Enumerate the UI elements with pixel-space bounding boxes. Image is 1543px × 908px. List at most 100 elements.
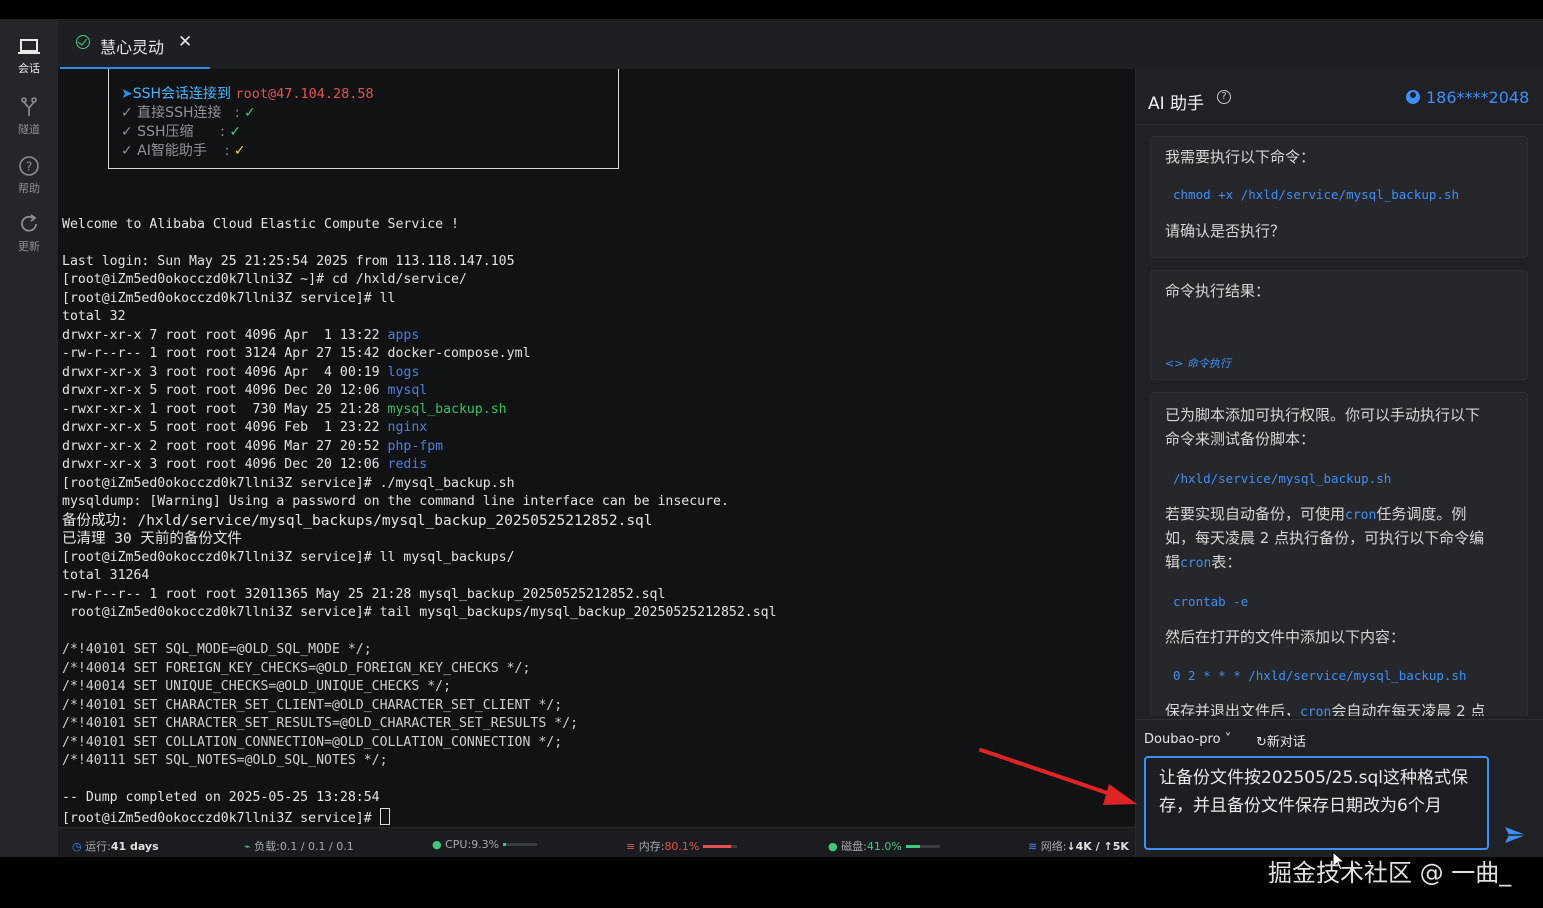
message-text: 如，每天凌晨 2 点执行备份，可执行以下命令编 <box>1165 529 1485 547</box>
clock-icon: ◷ <box>72 840 82 853</box>
watermark-text: 掘金技术社区 @ 一曲_ <box>1268 859 1512 887</box>
status-uptime: ◷ 运行:41 days <box>72 840 159 853</box>
nav-item-session[interactable]: 会话 <box>0 37 58 76</box>
close-icon[interactable]: ✕ <box>178 32 192 52</box>
terminal-line: /*!40101 SET CHARACTER_SET_RESULTS=@OLD_… <box>62 716 579 731</box>
file-row: drwxr-xr-x 5 root root 4096 Dec 20 12:06… <box>62 383 428 398</box>
terminal-line: /*!40111 SET SQL_NOTES=@OLD_SQL_NOTES */… <box>62 753 388 768</box>
terminal-line: /*!40014 SET FOREIGN_KEY_CHECKS=@OLD_FOR… <box>62 661 531 676</box>
terminal-line: -- Dump completed on 2025-05-25 13:28:54 <box>62 790 380 805</box>
nav-item-update[interactable]: 更新 <box>0 213 58 254</box>
send-icon[interactable] <box>1504 825 1528 845</box>
terminal-line: total 32 <box>62 309 126 324</box>
file-row: drwxr-xr-x 3 root root 4096 Apr 4 00:19 … <box>62 365 420 380</box>
code-block[interactable]: /hxld/service/mysql_backup.sh <box>1173 471 1391 486</box>
memory-icon: ≡ <box>626 840 636 853</box>
file-row: drwxr-xr-x 7 root root 4096 Apr 1 13:22 … <box>62 328 420 343</box>
cpu-icon: ● <box>432 838 442 851</box>
code-block[interactable]: 0 2 * * * /hxld/service/mysql_backup.sh <box>1173 668 1467 683</box>
file-row: -rwxr-xr-x 1 root root 730 May 25 21:28 … <box>62 402 507 417</box>
message-text: 请确认是否执行？ <box>1165 222 1286 240</box>
code-block[interactable]: crontab -e <box>1173 594 1248 609</box>
message-text: 已为脚本添加可执行权限。你可以手动执行以下 <box>1165 406 1481 424</box>
file-row: drwxr-xr-x 2 root root 4096 Mar 27 20:52… <box>62 439 444 454</box>
nav-label: 更新 <box>18 240 40 253</box>
message-card: 已为脚本添加可执行权限。你可以手动执行以下 命令来测试备份脚本： /hxld/s… <box>1150 392 1528 716</box>
new-chat-button[interactable]: ↻新对话 <box>1256 731 1306 750</box>
status-load: ⌁ 负载:0.1 / 0.1 / 0.1 <box>244 840 354 853</box>
left-nav: 会话 隧道 ? 帮助 更新 <box>0 19 58 857</box>
status-memory: ≡ 内存:80.1% <box>626 838 738 854</box>
terminal-line: mysqldump: [Warning] Using a password on… <box>62 494 729 509</box>
refresh-icon: ↻ <box>1256 735 1267 750</box>
terminal-line: Welcome to Alibaba Cloud Elastic Compute… <box>62 217 459 232</box>
message-text: 命令来测试备份脚本： <box>1165 430 1316 448</box>
nav-item-tunnel[interactable]: 隧道 <box>0 96 58 137</box>
message-card: 我需要执行以下命令： chmod +x /hxld/service/mysql_… <box>1150 136 1528 258</box>
message-text: 命令执行结果： <box>1165 282 1271 300</box>
terminal-line: /*!40014 SET UNIQUE_CHECKS=@OLD_UNIQUE_C… <box>62 679 452 694</box>
help-icon[interactable]: ? <box>1217 90 1231 104</box>
file-row: -rw-r--r-- 1 root root 3124 Apr 27 15:42… <box>62 346 531 361</box>
banner-line: ✓ SSH压缩 : ✓ <box>121 124 242 140</box>
terminal-line: total 31264 <box>62 568 150 583</box>
terminal-line: [root@iZm5ed0okocczd0k7llni3Z ~]# cd /hx… <box>62 272 467 287</box>
tunnel-icon <box>21 97 37 116</box>
terminal-line: /*!40101 SET COLLATION_CONNECTION=@OLD_C… <box>62 735 563 750</box>
terminal-line: [root@iZm5ed0okocczd0k7llni3Z service]# … <box>62 550 515 565</box>
terminal-line: /*!40101 SET CHARACTER_SET_CLIENT=@OLD_C… <box>62 698 563 713</box>
ai-assistant-panel: AI 助手 ? 186****2048 我需要执行以下命令： chmod +x … <box>1135 69 1543 857</box>
banner-line: ✓ AI智能助手 : ✓ <box>121 143 246 159</box>
code-block[interactable]: chmod +x /hxld/service/mysql_backup.sh <box>1173 187 1459 202</box>
status-bar: ◷ 运行:41 days ⌁ 负载:0.1 / 0.1 / 0.1 ● CPU:… <box>58 827 1135 857</box>
chat-input[interactable]: 让备份文件按202505/25.sql这种格式保存，并且备份文件保存日期改为6个… <box>1144 756 1489 850</box>
connection-banner: ➤SSH会话连接到 root@47.104.28.58 ✓ 直接SSH连接 : … <box>108 69 619 169</box>
file-row: drwxr-xr-x 3 root root 4096 Dec 20 12:06… <box>62 457 428 472</box>
message-text: 若要实现自动备份，可使用cron任务调度。例 <box>1165 505 1467 523</box>
user-icon <box>1406 90 1420 104</box>
memory-bar <box>703 845 738 848</box>
chat-messages[interactable]: 我需要执行以下命令： chmod +x /hxld/service/mysql_… <box>1136 126 1543 716</box>
load-icon: ⌁ <box>244 840 251 853</box>
wifi-icon: ≋ <box>1028 840 1038 853</box>
svg-text:?: ? <box>26 160 32 174</box>
terminal-cursor <box>379 808 390 825</box>
tab-session[interactable]: 慧心灵动 ✕ <box>60 19 210 69</box>
user-account[interactable]: 186****2048 <box>1406 88 1529 107</box>
terminal-line: /*!40101 SET SQL_MODE=@OLD_SQL_MODE */; <box>62 642 372 657</box>
terminal-line: [root@iZm5ed0okocczd0k7llni3Z service]# … <box>62 476 515 491</box>
file-row: drwxr-xr-x 5 root root 4096 Feb 1 23:22 … <box>62 420 428 435</box>
nav-label: 隧道 <box>18 123 40 136</box>
command-link[interactable]: <> 命令执行 <box>1165 355 1231 371</box>
model-toolbar: Doubao-pro ˅ ↻新对话 <box>1136 719 1543 750</box>
disk-icon: ● <box>828 840 838 853</box>
model-select[interactable]: Doubao-pro ˅ <box>1144 732 1231 747</box>
nav-label: 帮助 <box>18 182 40 195</box>
terminal-line: root@iZm5ed0okocczd0k7llni3Z service]# t… <box>62 605 777 620</box>
terminal[interactable]: ➤SSH会话连接到 root@47.104.28.58 ✓ 直接SSH连接 : … <box>58 69 1135 827</box>
terminal-line: -rw-r--r-- 1 root root 32011365 May 25 2… <box>62 587 666 602</box>
arrow-icon: ➤ <box>121 86 133 102</box>
message-text: 辑cron表： <box>1165 553 1242 571</box>
status-network: ≋ 网络:↓4K / ↑5K <box>1028 840 1129 853</box>
app-window: 会话 隧道 ? 帮助 更新 慧心灵动 ✕ ➤SSH会话连接到 root@47.1… <box>0 19 1543 871</box>
connected-check-icon <box>76 35 90 49</box>
prompt-line[interactable]: [root@iZm5ed0okocczd0k7llni3Z service]# <box>62 808 390 827</box>
help-icon: ? <box>19 156 39 176</box>
laptop-icon <box>18 39 40 54</box>
terminal-line: [root@iZm5ed0okocczd0k7llni3Z service]# … <box>62 291 396 306</box>
message-text: 我需要执行以下命令： <box>1165 148 1316 166</box>
terminal-line: 备份成功: /hxld/service/mysql_backups/mysql_… <box>62 513 653 529</box>
terminal-line: Last login: Sun May 25 21:25:54 2025 fro… <box>62 254 515 269</box>
banner-line: ➤SSH会话连接到 root@47.104.28.58 <box>121 86 374 102</box>
message-text: 然后在打开的文件中添加以下内容： <box>1165 628 1406 646</box>
tab-bar: 慧心灵动 ✕ <box>58 19 1135 69</box>
ai-header: AI 助手 ? 186****2048 <box>1136 69 1543 125</box>
refresh-icon <box>21 214 37 232</box>
nav-item-help[interactable]: ? 帮助 <box>0 155 58 196</box>
chat-input-text[interactable]: 让备份文件按202505/25.sql这种格式保存，并且备份文件保存日期改为6个… <box>1159 764 1481 820</box>
terminal-line: 已清理 30 天前的备份文件 <box>62 531 242 547</box>
tab-title: 慧心灵动 <box>100 38 165 57</box>
ai-title: AI 助手 <box>1148 94 1205 114</box>
status-disk: ● 磁盘:41.0% <box>828 838 940 854</box>
